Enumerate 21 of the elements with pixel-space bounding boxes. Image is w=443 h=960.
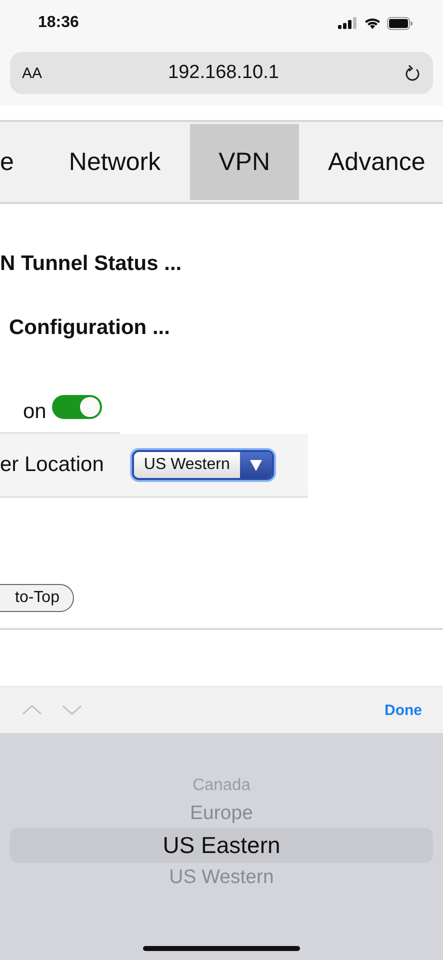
location-dropdown[interactable]: US Western bbox=[132, 450, 274, 480]
switch-label: on bbox=[23, 400, 46, 424]
url-text: 192.168.10.1 bbox=[167, 62, 280, 84]
section-heading[interactable]: Configuration ... bbox=[9, 316, 170, 340]
back-to-top-button[interactable]: to-Top bbox=[0, 584, 74, 612]
section-heading[interactable]: N Tunnel Status ... bbox=[0, 252, 182, 276]
text-size-button[interactable]: AA bbox=[22, 64, 42, 82]
field-label: er Location bbox=[0, 453, 104, 477]
nav-tab[interactable]: e bbox=[0, 124, 40, 200]
nav-tab[interactable]: Network bbox=[40, 124, 190, 200]
battery-icon bbox=[387, 16, 413, 30]
clock-time: 18:36 bbox=[38, 14, 79, 32]
picker-option[interactable]: US Eastern bbox=[10, 828, 433, 864]
reload-icon[interactable] bbox=[405, 64, 421, 82]
nav-tab[interactable]: VPN bbox=[190, 124, 299, 200]
vpn-toggle[interactable] bbox=[52, 395, 102, 419]
signal-icon bbox=[338, 17, 358, 29]
nav-tab[interactable]: Advance bbox=[299, 124, 443, 200]
caret-icon bbox=[250, 460, 262, 470]
address-bar[interactable]: AA 192.168.10.1 bbox=[10, 52, 433, 94]
wifi-icon bbox=[364, 17, 381, 29]
